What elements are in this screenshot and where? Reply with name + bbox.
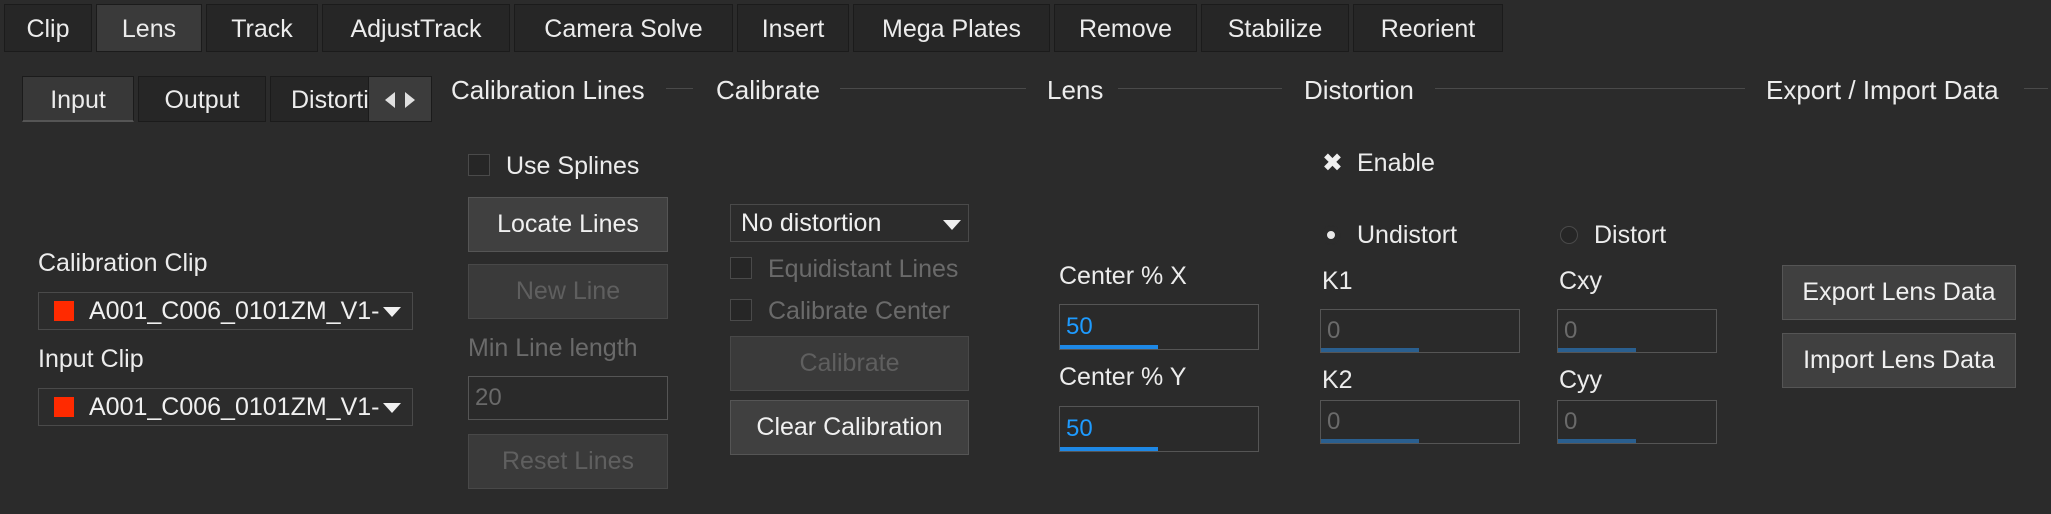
use-splines-label: Use Splines <box>506 152 640 180</box>
k2-field[interactable]: 0 <box>1320 400 1520 444</box>
distortion-model-value: No distortion <box>741 209 882 237</box>
clear-calibration-button[interactable]: Clear Calibration <box>730 400 969 455</box>
subtab-input[interactable]: Input <box>22 76 134 122</box>
center-y-slider[interactable] <box>1060 447 1158 451</box>
tab-remove[interactable]: Remove <box>1054 4 1197 52</box>
input-clip-value: A001_C006_0101ZM_V1- <box>89 393 380 421</box>
cxy-field[interactable]: 0 <box>1557 309 1717 353</box>
enable-checkbox[interactable]: ✖ <box>1322 148 1343 178</box>
tab-lens[interactable]: Lens <box>96 4 202 52</box>
equidistant-lines-label: Equidistant Lines <box>768 255 959 283</box>
cxy-label: Cxy <box>1559 267 1603 295</box>
cxy-slider[interactable] <box>1558 348 1636 352</box>
chevron-right-icon[interactable] <box>405 92 415 108</box>
k2-value: 0 <box>1327 408 1341 435</box>
section-distortion: Distortion <box>1304 75 1414 105</box>
clip-color-swatch <box>54 301 74 321</box>
use-splines-checkbox[interactable] <box>468 154 490 176</box>
section-lens: Lens <box>1047 75 1104 105</box>
scroll-arrows-icon <box>385 92 415 108</box>
distortion-model-dropdown[interactable]: No distortion <box>730 204 969 242</box>
k1-field[interactable]: 0 <box>1320 309 1520 353</box>
calibrate-center-checkbox[interactable] <box>730 299 752 321</box>
chevron-down-icon <box>383 307 401 317</box>
tab-reorient[interactable]: Reorient <box>1353 4 1503 52</box>
cyy-value: 0 <box>1564 408 1578 435</box>
subtab-output[interactable]: Output <box>138 76 266 122</box>
min-line-length-field[interactable]: 20 <box>468 376 668 420</box>
divider <box>1118 88 1282 89</box>
k2-label: K2 <box>1322 366 1353 394</box>
divider <box>1435 88 1745 89</box>
calibrate-center-label: Calibrate Center <box>768 297 951 325</box>
export-lens-data-button[interactable]: Export Lens Data <box>1782 265 2016 320</box>
tab-clip[interactable]: Clip <box>4 4 92 52</box>
tab-stabilize[interactable]: Stabilize <box>1201 4 1349 52</box>
k1-label: K1 <box>1322 267 1353 295</box>
calibration-clip-dropdown[interactable]: A001_C006_0101ZM_V1- <box>38 292 413 330</box>
cyy-label: Cyy <box>1559 366 1603 394</box>
divider <box>840 88 1026 89</box>
divider <box>666 88 693 89</box>
chevron-down-icon <box>943 220 961 230</box>
center-y-value: 50 <box>1066 415 1093 442</box>
k1-value: 0 <box>1327 317 1341 344</box>
center-x-field[interactable]: 50 <box>1059 304 1259 350</box>
cyy-slider[interactable] <box>1558 439 1636 443</box>
center-y-label: Center % Y <box>1059 363 1187 391</box>
undistort-label: Undistort <box>1357 221 1458 249</box>
input-clip-dropdown[interactable]: A001_C006_0101ZM_V1- <box>38 388 413 426</box>
equidistant-lines-checkbox[interactable] <box>730 257 752 279</box>
tab-camera-solve[interactable]: Camera Solve <box>514 4 733 52</box>
enable-label: Enable <box>1357 149 1435 177</box>
chevron-down-icon <box>383 403 401 413</box>
center-x-label: Center % X <box>1059 262 1187 290</box>
reset-lines-button[interactable]: Reset Lines <box>468 434 668 489</box>
chevron-left-icon[interactable] <box>385 92 395 108</box>
center-x-slider[interactable] <box>1060 345 1158 349</box>
new-line-button[interactable]: New Line <box>468 264 668 319</box>
divider <box>2024 88 2048 89</box>
locate-lines-button[interactable]: Locate Lines <box>468 197 668 252</box>
center-y-field[interactable]: 50 <box>1059 406 1259 452</box>
section-calibrate: Calibrate <box>716 75 821 105</box>
section-calibration-lines: Calibration Lines <box>451 75 645 105</box>
subtab-distortion[interactable]: Distortion <box>270 76 369 122</box>
cyy-field[interactable]: 0 <box>1557 400 1717 444</box>
calibrate-button[interactable]: Calibrate <box>730 336 969 391</box>
tab-adjusttrack[interactable]: AdjustTrack <box>322 4 510 52</box>
tab-mega-plates[interactable]: Mega Plates <box>853 4 1050 52</box>
min-line-length-label: Min Line length <box>468 334 638 362</box>
import-lens-data-button[interactable]: Import Lens Data <box>1782 333 2016 388</box>
min-line-length-value: 20 <box>475 384 502 411</box>
tab-track[interactable]: Track <box>206 4 318 52</box>
center-x-value: 50 <box>1066 313 1093 340</box>
distort-label: Distort <box>1594 221 1667 249</box>
clip-color-swatch <box>54 397 74 417</box>
calibration-clip-label: Calibration Clip <box>38 249 208 277</box>
k1-slider[interactable] <box>1321 348 1419 352</box>
section-export-import: Export / Import Data <box>1766 75 1999 105</box>
k2-slider[interactable] <box>1321 439 1419 443</box>
calibration-clip-value: A001_C006_0101ZM_V1- <box>89 297 380 325</box>
input-clip-label: Input Clip <box>38 345 144 373</box>
undistort-radio[interactable] <box>1321 225 1341 245</box>
subtab-scroll <box>368 76 432 122</box>
distort-radio[interactable] <box>1560 226 1578 244</box>
cxy-value: 0 <box>1564 317 1578 344</box>
tab-insert[interactable]: Insert <box>737 4 849 52</box>
